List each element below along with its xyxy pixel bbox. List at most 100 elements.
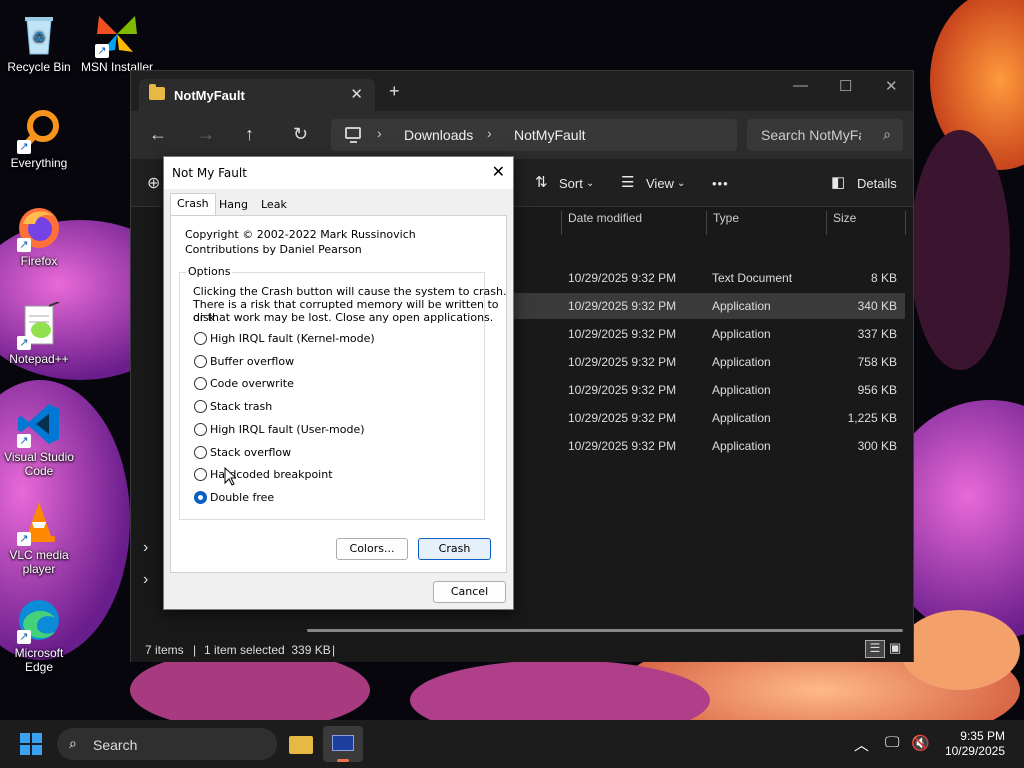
file-row[interactable]: 10/29/2025 9:32 PM Application 337 KB — [511, 321, 905, 347]
back-arrow-icon[interactable]: ← — [149, 124, 167, 144]
svg-text:♻: ♻ — [33, 29, 46, 45]
file-type: Application — [712, 411, 771, 425]
address-bar[interactable]: › Downloads › NotMyFault — [331, 119, 737, 151]
taskbar-search-box[interactable]: ⌕ Search — [57, 728, 277, 760]
new-tab-button[interactable]: + — [389, 82, 400, 100]
desktop-icon-label: Visual Studio Code — [4, 450, 74, 478]
close-tab-button[interactable]: ✕ — [350, 85, 363, 103]
tab-crash[interactable]: Crash — [170, 193, 216, 216]
desktop-icon-firefox[interactable]: ↗ Firefox — [1, 204, 77, 268]
explorer-tab[interactable]: NotMyFault ✕ — [139, 79, 375, 111]
radio-button-icon — [194, 354, 207, 368]
windows-logo-icon — [32, 745, 42, 755]
horizontal-scrollbar[interactable] — [307, 629, 903, 632]
chevron-up-icon[interactable]: ︿ — [854, 734, 869, 755]
explorer-nav-bar: ← → ↑ ↻ › Downloads › NotMyFault Search … — [131, 111, 913, 159]
file-date: 10/29/2025 9:32 PM — [568, 271, 677, 285]
search-icon: ⌕ — [883, 126, 891, 142]
chevron-right-icon[interactable]: › — [143, 539, 148, 557]
desktop-icon-label: Microsoft Edge — [14, 646, 64, 674]
new-icon[interactable]: ⊕ — [147, 173, 160, 193]
file-row[interactable]: 10/29/2025 9:32 PM Application 956 KB — [511, 377, 905, 403]
options-group-label: Options — [186, 265, 233, 278]
chevron-down-icon: ⌄ — [586, 178, 595, 189]
file-row[interactable]: 10/29/2025 9:32 PM Application 758 KB — [511, 349, 905, 375]
file-date: 10/29/2025 9:32 PM — [568, 327, 677, 341]
breadcrumb-downloads[interactable]: Downloads — [404, 127, 473, 143]
file-row[interactable]: 10/29/2025 9:32 PM Application 340 KB — [511, 293, 905, 319]
desktop-icon-msn-installer[interactable]: ↗ MSN Installer — [79, 10, 155, 74]
search-placeholder: Search NotMyFault — [761, 127, 861, 143]
taskbar-file-explorer[interactable] — [281, 726, 321, 762]
file-date: 10/29/2025 9:32 PM — [568, 411, 677, 425]
radio-label: High IRQL fault (User-mode) — [210, 422, 365, 436]
close-window-icon[interactable]: ✕ — [885, 77, 898, 95]
cancel-button[interactable]: Cancel — [433, 581, 506, 603]
shortcut-arrow-icon: ↗ — [17, 630, 31, 644]
file-row[interactable]: 10/29/2025 9:32 PM Application 300 KB — [511, 433, 905, 459]
taskbar-notmyfault[interactable] — [323, 726, 363, 762]
file-date: 10/29/2025 9:32 PM — [568, 383, 677, 397]
volume-muted-icon[interactable]: 🔇 — [911, 734, 930, 752]
folder-icon — [289, 736, 313, 754]
up-arrow-icon[interactable]: ↑ — [245, 124, 254, 144]
desktop-icon-vlc[interactable]: ↗ VLC media player — [1, 498, 77, 576]
file-size: 337 KB — [857, 327, 897, 341]
refresh-icon[interactable]: ↻ — [293, 124, 308, 144]
desktop-icon-edge[interactable]: ↗ Microsoft Edge — [1, 596, 77, 674]
file-row[interactable]: 10/29/2025 9:32 PM Text Document 8 KB — [511, 265, 905, 291]
active-indicator — [337, 759, 349, 762]
file-date: 10/29/2025 9:32 PM — [568, 299, 677, 313]
radio-button-icon — [194, 400, 207, 414]
details-view-icon[interactable]: ☰ — [865, 640, 885, 658]
colors-button[interactable]: Colors... — [336, 538, 408, 560]
tab-title: NotMyFault — [174, 88, 245, 103]
warning-text-line: or that work may be lost. Close any open… — [193, 311, 494, 324]
desktop-icon-label: Firefox — [20, 254, 58, 268]
column-date-modified[interactable]: Date modified — [561, 211, 642, 235]
desktop-icon-recycle-bin[interactable]: ♻ Recycle Bin — [1, 10, 77, 74]
network-icon[interactable]: 🖵 — [885, 734, 899, 751]
tiles-view-icon[interactable]: ▣ — [889, 640, 901, 656]
radio-label: Stack trash — [210, 400, 273, 414]
selection-info: 1 item selected 339 KB — [204, 643, 331, 657]
maximize-icon[interactable]: ☐ — [839, 77, 852, 95]
dialog-title: Not My Fault — [172, 166, 247, 180]
tab-hang[interactable]: Hang — [213, 195, 254, 215]
status-divider: | — [193, 643, 197, 657]
system-clock[interactable]: 9:35 PM 10/29/2025 — [945, 729, 1005, 759]
details-button[interactable]: Details — [857, 176, 897, 191]
sort-button[interactable]: Sort — [559, 176, 583, 191]
breadcrumb-notmyfault[interactable]: NotMyFault — [514, 127, 586, 143]
minimize-icon[interactable]: — — [793, 77, 808, 94]
radio-button-icon — [194, 332, 207, 345]
desktop-icon-label: Recycle Bin — [7, 60, 71, 74]
chevron-right-icon[interactable]: › — [143, 571, 148, 589]
file-type: Application — [712, 439, 771, 453]
radio-label: High IRQL fault (Kernel-mode) — [210, 332, 375, 345]
file-type: Text Document — [712, 271, 793, 285]
radio-label: Double free — [210, 490, 275, 504]
not-my-fault-dialog: Not My Fault ✕ Crash Hang Leak Copyright… — [163, 156, 514, 610]
explorer-search-box[interactable]: Search NotMyFault ⌕ — [747, 119, 903, 151]
file-row[interactable]: 10/29/2025 9:32 PM Application 1,225 KB — [511, 405, 905, 431]
crash-button[interactable]: Crash — [418, 538, 491, 560]
forward-arrow-icon[interactable]: → — [197, 124, 215, 144]
dialog-close-button[interactable]: ✕ — [492, 162, 505, 181]
column-type[interactable]: Type — [706, 211, 739, 235]
shortcut-arrow-icon: ↗ — [17, 434, 31, 448]
tab-leak[interactable]: Leak — [255, 195, 293, 215]
contributions-text: Contributions by Daniel Pearson — [185, 243, 362, 256]
view-button[interactable]: View — [646, 176, 674, 191]
item-count: 7 items — [145, 643, 184, 657]
clock-date: 10/29/2025 — [944, 744, 1005, 758]
file-size: 758 KB — [857, 355, 897, 369]
column-size[interactable]: Size — [826, 211, 906, 235]
status-divider: | — [332, 643, 336, 657]
desktop-icon-vscode[interactable]: ↗ Visual Studio Code — [1, 400, 77, 478]
file-date: 10/29/2025 9:32 PM — [568, 439, 677, 453]
desktop-icon-notepadpp[interactable]: ↗ Notepad++ — [1, 301, 77, 366]
start-button[interactable] — [20, 733, 42, 755]
desktop-icon-everything[interactable]: ↗ Everything — [1, 106, 77, 170]
more-options-button[interactable]: ••• — [712, 176, 729, 191]
